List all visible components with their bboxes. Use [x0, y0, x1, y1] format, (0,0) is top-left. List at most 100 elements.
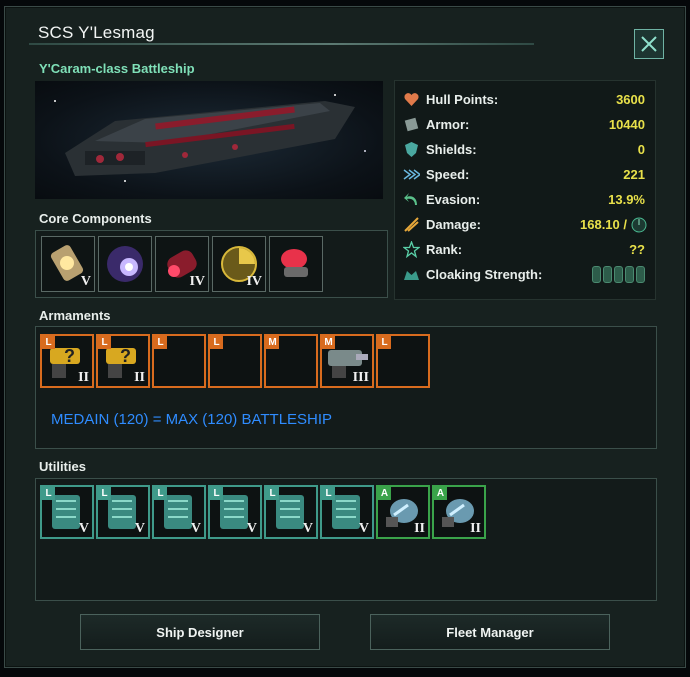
slot-size-tag: L	[42, 487, 55, 500]
slot-size-tag: L	[266, 487, 279, 500]
slot-tier: V	[134, 521, 145, 536]
core-tier: IV	[246, 274, 262, 289]
utility-slot[interactable]: L V	[40, 485, 94, 539]
ship-class: Y'Caram-class Battleship	[39, 61, 195, 76]
utility-slot[interactable]: L V	[264, 485, 318, 539]
fleet-manager-button[interactable]: Fleet Manager	[370, 614, 610, 650]
stat-value: 168.10 /	[580, 217, 627, 232]
slot-size-tag: L	[42, 336, 55, 349]
core-tier: V	[80, 274, 91, 289]
stat-cloaking: Cloaking Strength:	[403, 264, 647, 286]
stat-armor: Armor: 10440	[403, 114, 647, 136]
evasion-icon	[404, 193, 417, 205]
weapon-slot[interactable]: L ? II	[40, 334, 94, 388]
stat-evasion: Evasion: 13.9%	[403, 189, 647, 211]
cloak-pip	[625, 266, 634, 283]
slot-tier: II	[134, 370, 145, 385]
stat-damage: Damage: 168.10 /	[403, 214, 647, 236]
cloak-pip	[636, 266, 645, 283]
slot-tier: III	[352, 370, 369, 385]
core-components-panel: V IV IV	[35, 230, 388, 298]
speed-icon	[403, 169, 420, 180]
slot-size-tag: A	[434, 487, 447, 500]
radar-icon	[631, 217, 647, 233]
slot-tier: II	[414, 521, 425, 536]
title-underline	[29, 43, 534, 45]
weapon-slot-empty[interactable]: L	[376, 334, 430, 388]
rank-icon	[403, 241, 420, 258]
core-slot-reactor[interactable]: V	[41, 236, 95, 292]
stat-value: 0	[637, 142, 645, 157]
slot-size-tag: L	[322, 487, 335, 500]
utility-slot[interactable]: L V	[208, 485, 262, 539]
slot-size-tag: M	[266, 336, 279, 349]
ship-designer-button[interactable]: Ship Designer	[80, 614, 320, 650]
stat-value: 221	[623, 167, 645, 182]
weapon-slot-empty[interactable]: M	[264, 334, 318, 388]
title-bar: SCS Y'Lesmag	[5, 7, 685, 59]
armament-note: MEDAIN (120) = MAX (120) BATTLESHIP	[51, 411, 333, 428]
slot-size-tag: L	[210, 487, 223, 500]
slot-size-tag: L	[210, 336, 223, 349]
stats-panel: Hull Points: 3600 Armor: 10440 Shields: …	[394, 80, 656, 300]
shield-icon	[405, 142, 418, 157]
weapon-slot-empty[interactable]: L	[152, 334, 206, 388]
core-components-label: Core Components	[39, 211, 152, 226]
cloak-pip	[592, 266, 601, 283]
ftl-drive-icon	[107, 246, 143, 282]
cloaking-icon	[404, 271, 419, 280]
slot-size-tag: L	[98, 487, 111, 500]
stat-value: 10440	[608, 117, 645, 132]
cloak-pip	[603, 266, 612, 283]
utility-slot[interactable]: L V	[96, 485, 150, 539]
slot-size-tag: M	[322, 336, 335, 349]
ship-image	[35, 81, 383, 199]
aux-slot[interactable]: A II	[376, 485, 430, 539]
stat-label: Cloaking Strength:	[426, 267, 543, 282]
slot-size-tag: L	[154, 336, 167, 349]
weapon-slot[interactable]: L ? II	[96, 334, 150, 388]
core-slot-thruster[interactable]: IV	[155, 236, 209, 292]
slot-size-tag: L	[378, 336, 391, 349]
slot-tier: V	[190, 521, 201, 536]
weapon-slot-empty[interactable]: L	[208, 334, 262, 388]
damage-icon	[404, 217, 419, 232]
stat-hull: Hull Points: 3600	[403, 89, 647, 111]
stat-value: 13.9%	[608, 192, 645, 207]
core-slot-ftl[interactable]	[98, 236, 152, 292]
slot-tier: V	[78, 521, 89, 536]
stat-label: Armor:	[426, 117, 470, 132]
slot-size-tag: L	[154, 487, 167, 500]
core-slot-sensor[interactable]: IV	[212, 236, 266, 292]
utility-slot[interactable]: L V	[152, 485, 206, 539]
armaments-label: Armaments	[39, 308, 111, 323]
stat-shields: Shields: 0	[403, 139, 647, 161]
svg-text:?: ?	[64, 346, 75, 366]
stat-label: Evasion:	[426, 192, 481, 207]
aux-slot[interactable]: A II	[432, 485, 486, 539]
svg-text:?: ?	[120, 346, 131, 366]
slot-tier: V	[358, 521, 369, 536]
close-button[interactable]	[634, 29, 664, 59]
slot-tier: II	[470, 521, 481, 536]
utilities-label: Utilities	[39, 459, 86, 474]
window-title: SCS Y'Lesmag	[38, 23, 155, 42]
stat-rank: Rank: ??	[403, 239, 647, 261]
utility-slot[interactable]: L V	[320, 485, 374, 539]
stat-value: 3600	[616, 92, 645, 107]
cloaking-strength-meter	[592, 266, 645, 283]
combat-computer-icon	[281, 249, 308, 277]
slot-size-tag: A	[378, 487, 391, 500]
hull-icon	[404, 93, 419, 106]
stat-speed: Speed: 221	[403, 164, 647, 186]
stat-label: Damage:	[426, 217, 481, 232]
slot-tier: II	[78, 370, 89, 385]
core-slot-combat-computer[interactable]	[269, 236, 323, 292]
slot-tier: V	[246, 521, 257, 536]
armor-icon	[404, 117, 419, 132]
close-icon	[641, 36, 657, 52]
stat-value: ??	[629, 242, 645, 257]
stat-label: Hull Points:	[426, 92, 499, 107]
core-tier: IV	[189, 274, 205, 289]
weapon-slot[interactable]: M III	[320, 334, 374, 388]
